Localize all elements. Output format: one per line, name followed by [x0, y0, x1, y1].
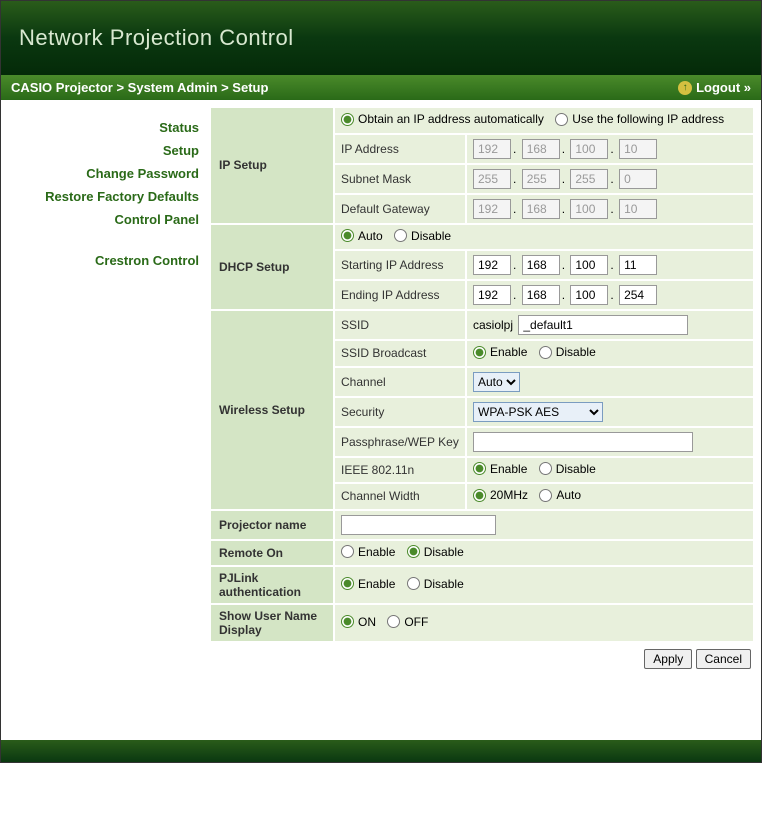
ip-mode-manual-radio[interactable]	[555, 113, 568, 126]
dhcp-auto-label: Auto	[358, 229, 383, 243]
gateway-1[interactable]	[473, 199, 511, 219]
broadcast-disable-label: Disable	[556, 345, 596, 359]
footer-bar	[1, 740, 761, 762]
dhcp-start-3[interactable]	[570, 255, 608, 275]
subnet-3[interactable]	[570, 169, 608, 189]
ieee-label: IEEE 802.11n	[335, 458, 465, 483]
projector-name-label: Projector name	[211, 511, 333, 539]
sidebar: Status Setup Change Password Restore Fac…	[1, 100, 209, 740]
channel-label: Channel	[335, 368, 465, 396]
cw-label: Channel Width	[335, 484, 465, 509]
dhcp-end-3[interactable]	[570, 285, 608, 305]
ieee-disable-label: Disable	[556, 462, 596, 476]
wireless-section-label: Wireless Setup	[211, 311, 333, 509]
ssid-label: SSID	[335, 311, 465, 339]
passphrase-label: Passphrase/WEP Key	[335, 428, 465, 456]
ieee-disable-radio[interactable]	[539, 462, 552, 475]
pjlink-disable-radio[interactable]	[407, 577, 420, 590]
username-on-radio[interactable]	[341, 615, 354, 628]
ssid-broadcast-label: SSID Broadcast	[335, 341, 465, 366]
ip-mode-auto-radio[interactable]	[341, 113, 354, 126]
gateway-2[interactable]	[522, 199, 560, 219]
ip-mode-auto-label: Obtain an IP address automatically	[358, 112, 544, 126]
dhcp-end-2[interactable]	[522, 285, 560, 305]
dhcp-auto-radio[interactable]	[341, 229, 354, 242]
sidebar-item-setup[interactable]: Setup	[11, 139, 199, 162]
pjlink-disable-label: Disable	[424, 577, 464, 591]
security-select[interactable]: WPA-PSK AES	[473, 402, 603, 422]
dhcp-end-1[interactable]	[473, 285, 511, 305]
gateway-label: Default Gateway	[335, 195, 465, 223]
dhcp-start-2[interactable]	[522, 255, 560, 275]
sidebar-item-restore-defaults[interactable]: Restore Factory Defaults	[11, 185, 199, 208]
sidebar-item-crestron[interactable]: Crestron Control	[11, 249, 199, 272]
cancel-button[interactable]: Cancel	[696, 649, 751, 669]
logout-link[interactable]: ↑ Logout »	[678, 80, 751, 95]
pjlink-enable-label: Enable	[358, 577, 395, 591]
dhcp-end-label: Ending IP Address	[335, 281, 465, 309]
projector-name-input[interactable]	[341, 515, 496, 535]
channel-select[interactable]: Auto	[473, 372, 520, 392]
cw-auto-radio[interactable]	[539, 489, 552, 502]
breadcrumb-bar: CASIO Projector > System Admin > Setup ↑…	[1, 75, 761, 100]
ssid-prefix: casiolpj	[473, 318, 513, 332]
remote-on-label: Remote On	[211, 541, 333, 566]
subnet-label: Subnet Mask	[335, 165, 465, 193]
ieee-enable-label: Enable	[490, 462, 527, 476]
content-area: IP Setup Obtain an IP address automatica…	[209, 100, 761, 740]
dhcp-disable-radio[interactable]	[394, 229, 407, 242]
dhcp-start-4[interactable]	[619, 255, 657, 275]
app-header: Network Projection Control	[1, 1, 761, 75]
remote-enable-label: Enable	[358, 545, 395, 559]
broadcast-enable-radio[interactable]	[473, 346, 486, 359]
security-label: Security	[335, 398, 465, 426]
breadcrumb: CASIO Projector > System Admin > Setup	[11, 80, 268, 95]
ip-address-2[interactable]	[522, 139, 560, 159]
pjlink-label: PJLink authentication	[211, 567, 333, 603]
ip-address-4[interactable]	[619, 139, 657, 159]
ssid-input[interactable]	[518, 315, 688, 335]
passphrase-input[interactable]	[473, 432, 693, 452]
ieee-enable-radio[interactable]	[473, 462, 486, 475]
cw-20-radio[interactable]	[473, 489, 486, 502]
apply-button[interactable]: Apply	[644, 649, 692, 669]
subnet-2[interactable]	[522, 169, 560, 189]
dhcp-end-4[interactable]	[619, 285, 657, 305]
ip-address-1[interactable]	[473, 139, 511, 159]
ip-setup-section-label: IP Setup	[211, 108, 333, 223]
username-on-label: ON	[358, 615, 376, 629]
pjlink-enable-radio[interactable]	[341, 577, 354, 590]
remote-enable-radio[interactable]	[341, 545, 354, 558]
username-off-label: OFF	[404, 615, 428, 629]
subnet-4[interactable]	[619, 169, 657, 189]
sidebar-item-change-password[interactable]: Change Password	[11, 162, 199, 185]
username-display-label: Show User Name Display	[211, 605, 333, 641]
dhcp-disable-label: Disable	[411, 229, 451, 243]
dhcp-section-label: DHCP Setup	[211, 225, 333, 310]
dhcp-start-1[interactable]	[473, 255, 511, 275]
ip-address-label: IP Address	[335, 135, 465, 163]
up-arrow-icon: ↑	[678, 81, 692, 95]
gateway-3[interactable]	[570, 199, 608, 219]
logout-label: Logout »	[696, 80, 751, 95]
remote-disable-radio[interactable]	[407, 545, 420, 558]
app-title: Network Projection Control	[19, 25, 294, 51]
username-off-radio[interactable]	[387, 615, 400, 628]
broadcast-disable-radio[interactable]	[539, 346, 552, 359]
remote-disable-label: Disable	[424, 545, 464, 559]
sidebar-item-control-panel[interactable]: Control Panel	[11, 208, 199, 231]
broadcast-enable-label: Enable	[490, 345, 527, 359]
dhcp-start-label: Starting IP Address	[335, 251, 465, 279]
cw-20-label: 20MHz	[490, 488, 528, 502]
gateway-4[interactable]	[619, 199, 657, 219]
ip-mode-manual-label: Use the following IP address	[572, 112, 724, 126]
sidebar-item-status[interactable]: Status	[11, 116, 199, 139]
subnet-1[interactable]	[473, 169, 511, 189]
cw-auto-label: Auto	[556, 488, 581, 502]
ip-address-3[interactable]	[570, 139, 608, 159]
